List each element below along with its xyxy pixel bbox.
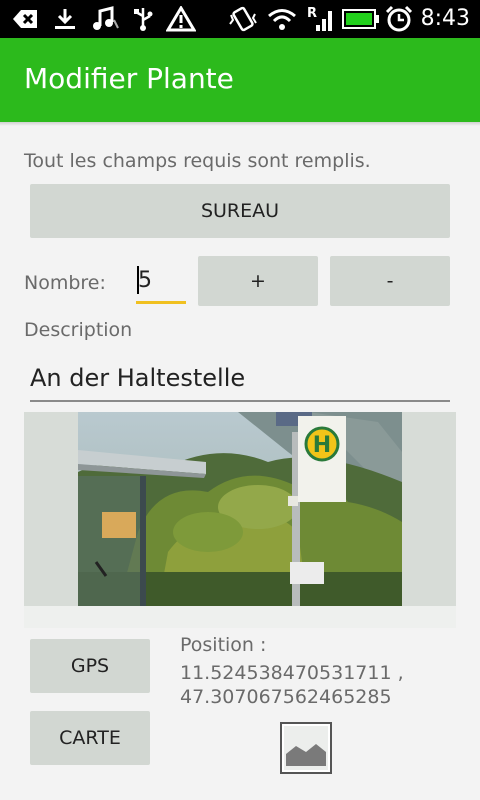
description-value: An der Haltestelle bbox=[30, 364, 246, 392]
gps-button[interactable]: GPS bbox=[30, 639, 150, 693]
description-input[interactable]: An der Haltestelle bbox=[30, 360, 450, 402]
increment-button[interactable]: + bbox=[198, 256, 318, 306]
map-button[interactable]: CARTE bbox=[30, 711, 150, 765]
photo-caption-strip bbox=[24, 606, 456, 628]
image-picker-icon[interactable] bbox=[280, 722, 332, 774]
alarm-icon bbox=[384, 5, 414, 32]
photo-frame: H bbox=[24, 412, 456, 608]
usb-icon bbox=[130, 6, 156, 32]
count-label: Nombre: bbox=[24, 272, 106, 294]
wifi-icon bbox=[266, 6, 298, 32]
battery-icon bbox=[342, 6, 380, 32]
plant-photo[interactable]: H bbox=[78, 412, 402, 606]
count-input-underline bbox=[136, 301, 186, 304]
decrement-button[interactable]: - bbox=[330, 256, 450, 306]
vibrate-icon bbox=[228, 6, 258, 32]
position-longitude: 11.524538470531711 , bbox=[180, 662, 404, 684]
position-label: Position : bbox=[180, 634, 267, 656]
status-bar: R 8:43 bbox=[0, 0, 480, 38]
signal-roaming-icon: R bbox=[306, 6, 336, 32]
action-bar-shadow bbox=[0, 122, 480, 126]
count-input[interactable]: 5 bbox=[136, 262, 186, 304]
page-title: Modifier Plante bbox=[24, 62, 234, 95]
position-latitude: 47.307067562465285 bbox=[180, 686, 392, 708]
action-bar: Modifier Plante bbox=[0, 38, 480, 122]
description-underline bbox=[30, 400, 450, 402]
status-time: 8:43 bbox=[420, 6, 470, 31]
bus-stop-sign-letter: H bbox=[313, 433, 331, 458]
species-button[interactable]: SUREAU bbox=[30, 184, 450, 238]
download-icon bbox=[52, 6, 78, 32]
warning-icon bbox=[166, 6, 196, 32]
music-icon bbox=[90, 6, 120, 32]
count-value: 5 bbox=[138, 268, 152, 293]
roaming-letter: R bbox=[307, 6, 317, 21]
description-label: Description bbox=[24, 319, 133, 341]
usb-debug-icon bbox=[10, 6, 40, 32]
validation-message: Tout les champs requis sont remplis. bbox=[24, 150, 371, 172]
